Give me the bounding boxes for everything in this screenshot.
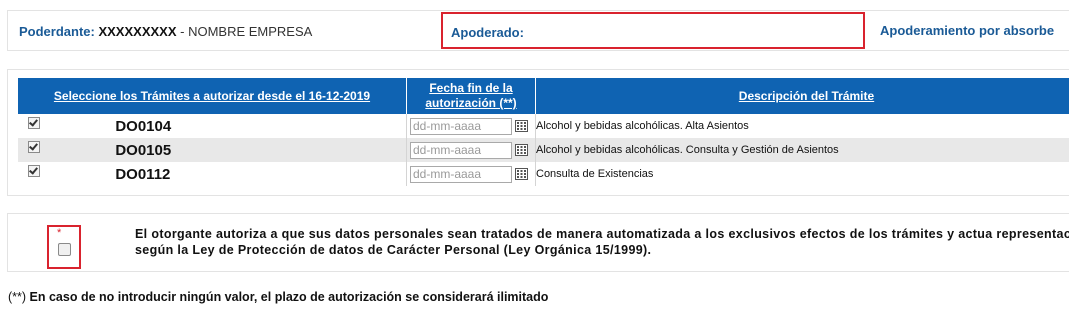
consent-checkbox-highlight: *: [47, 225, 81, 269]
table-row: DO0112 dd-mm-aaaa Consulta de Existencia…: [18, 162, 1069, 186]
fecha-fin-input[interactable]: dd-mm-aaaa: [410, 165, 512, 183]
apoderado-label: Apoderado:: [451, 25, 524, 40]
apoderado-field[interactable]: Apoderado:: [441, 12, 865, 49]
poderdante-panel: Poderdante: XXXXXXXXX - NOMBRE EMPRESA A…: [7, 10, 1069, 51]
poderdante-name: - NOMBRE EMPRESA: [176, 24, 313, 39]
table-row: DO0105 dd-mm-aaaa Alcohol y bebidas alco…: [18, 138, 1069, 162]
row-checkbox[interactable]: [28, 165, 40, 177]
poderdante-info: Poderdante: XXXXXXXXX - NOMBRE EMPRESA: [19, 24, 312, 39]
consent-text: El otorgante autoriza a que sus datos pe…: [135, 227, 1069, 257]
apoderamiento-absorcion-link[interactable]: Apoderamiento por absorbe: [880, 23, 1054, 38]
column-header-descripcion[interactable]: Descripción del Trámite: [535, 78, 1069, 114]
poderdante-nif: XXXXXXXXX: [98, 24, 177, 39]
calendar-icon[interactable]: [515, 144, 528, 156]
required-mark: *: [57, 227, 62, 239]
poderdante-label: Poderdante:: [19, 24, 95, 39]
select-cell: DO0105: [18, 138, 407, 162]
select-cell: DO0112: [18, 162, 407, 186]
fecha-fin-input[interactable]: dd-mm-aaaa: [410, 141, 512, 159]
tramites-panel: Seleccione los Trámites a autorizar desd…: [7, 69, 1069, 196]
consent-panel: * El otorgante autoriza a que sus datos …: [7, 213, 1069, 272]
table-row: DO0104 dd-mm-aaaa Alcohol y bebidas alco…: [18, 114, 1069, 138]
footnote-text: En caso de no introducir ningún valor, e…: [26, 290, 549, 304]
descripcion-cell: Alcohol y bebidas alcohólicas. Alta Asie…: [535, 114, 1069, 138]
fecha-fin-input[interactable]: dd-mm-aaaa: [410, 117, 512, 135]
column-header-fecha[interactable]: Fecha fin de la autorización (**): [406, 78, 536, 114]
tramite-code: DO0112: [115, 165, 171, 183]
fecha-cell: dd-mm-aaaa: [406, 162, 536, 186]
tramite-code: DO0104: [115, 117, 172, 135]
descripcion-cell: Alcohol y bebidas alcohólicas. Consulta …: [535, 138, 1069, 162]
calendar-icon[interactable]: [515, 120, 528, 132]
row-checkbox[interactable]: [28, 117, 40, 129]
column-header-select[interactable]: Seleccione los Trámites a autorizar desd…: [18, 78, 407, 114]
footnote: (**) En caso de no introducir ningún val…: [8, 290, 548, 304]
consent-checkbox[interactable]: [58, 243, 71, 256]
fecha-cell: dd-mm-aaaa: [406, 138, 536, 162]
table-header-row: Seleccione los Trámites a autorizar desd…: [18, 78, 1069, 114]
tramite-code: DO0105: [115, 141, 172, 159]
calendar-icon[interactable]: [515, 168, 528, 180]
select-cell: DO0104: [18, 114, 407, 138]
footnote-mark: (**): [8, 290, 27, 304]
row-checkbox[interactable]: [28, 141, 40, 153]
descripcion-cell: Consulta de Existencias: [535, 162, 1069, 186]
fecha-cell: dd-mm-aaaa: [406, 114, 536, 138]
tramites-table: Seleccione los Trámites a autorizar desd…: [18, 78, 1069, 186]
